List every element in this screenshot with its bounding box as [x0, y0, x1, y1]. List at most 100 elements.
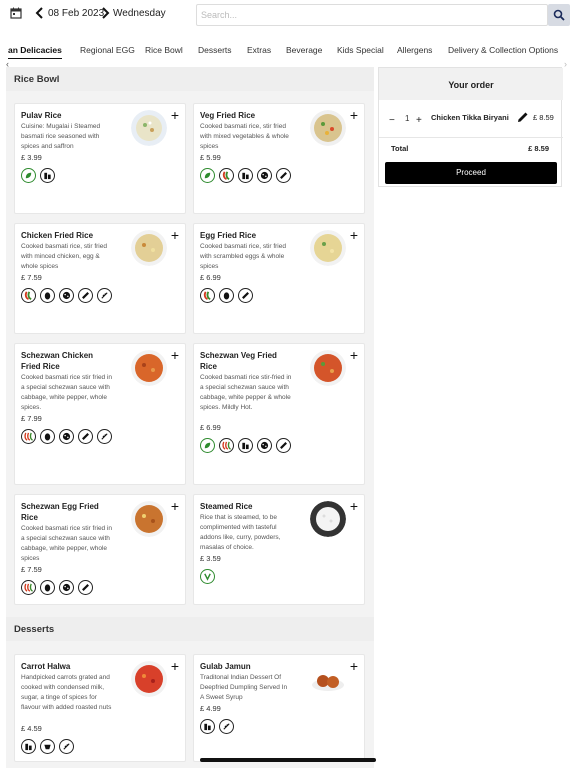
nuts-icon [40, 739, 55, 754]
item-description: Traditonal Indian Dessert Of Deepfried D… [200, 674, 288, 701]
menu-item-card[interactable]: Steamed Rice Rice that is steamed, to be… [193, 494, 365, 605]
order-item-name: Chicken Tikka Biryani [431, 113, 509, 122]
edit-pencil-icon[interactable] [517, 111, 529, 123]
milk-icon [238, 168, 253, 183]
section-header-rice-bowl: Rice Bowl [6, 67, 374, 91]
item-name: Veg Fried Rice [200, 111, 256, 120]
tab-kids-special[interactable]: Kids Special [337, 45, 384, 55]
item-description: Rice that is steamed, to be complimented… [200, 514, 281, 551]
proceed-button[interactable]: Proceed [385, 162, 557, 184]
item-price: £ 5.99 [200, 153, 221, 162]
item-description: Cooked basmati rice stir fried in a spec… [21, 374, 113, 411]
tab-beverage[interactable]: Beverage [286, 45, 322, 55]
item-description: Cooked basmati rice, stir fried with min… [21, 243, 107, 270]
mustard-icon [257, 168, 272, 183]
item-name: Egg Fried Rice [200, 231, 257, 240]
menu-item-card[interactable]: Schezwan Chicken Fried Rice Cooked basma… [14, 343, 186, 485]
add-to-order-icon[interactable]: + [169, 348, 181, 362]
total-value: £ 8.59 [528, 144, 549, 153]
tab-rice-bowl[interactable]: Rice Bowl [145, 45, 183, 55]
tab-allergens[interactable]: Allergens [397, 45, 432, 55]
tab-desserts[interactable]: Desserts [198, 45, 232, 55]
tab-delivery-collection[interactable]: Delivery & Collection Options [448, 45, 558, 55]
menu-item-card[interactable]: Gulab Jamun Traditonal Indian Dessert Of… [193, 654, 365, 762]
item-price: £ 4.59 [21, 724, 42, 733]
item-price: £ 3.59 [200, 554, 221, 563]
item-name: Carrot Halwa [21, 662, 71, 671]
item-price: £ 4.99 [200, 704, 221, 713]
menu-item-card[interactable]: Egg Fried Rice Cooked basmati rice, stir… [193, 223, 365, 334]
chevron-right-icon[interactable] [100, 7, 110, 19]
decrease-quantity-button[interactable]: − [389, 115, 395, 126]
menu-item-card[interactable]: Chicken Fried Rice Cooked basmati rice, … [14, 223, 186, 334]
add-to-order-icon[interactable]: + [348, 348, 360, 362]
item-image [310, 501, 346, 537]
item-description: Cooked basmati rice, stir fried with scr… [200, 243, 286, 270]
increase-quantity-button[interactable]: + [416, 115, 422, 126]
milk-icon [200, 719, 215, 734]
allergen-icons [21, 288, 121, 303]
vegetarian-icon [200, 168, 215, 183]
menu-item-card[interactable]: Schezwan Veg Fried Rice Cooked basmati r… [193, 343, 365, 485]
allergen-icons [21, 739, 121, 754]
add-to-order-icon[interactable]: + [169, 228, 181, 242]
tab-indian-delicacies[interactable]: an Delicacies [8, 45, 62, 59]
order-title: Your order [379, 68, 563, 100]
tabs-scroll-right-icon[interactable]: › [564, 59, 567, 69]
item-price: £ 7.99 [21, 414, 42, 423]
item-price: £ 6.99 [200, 423, 221, 432]
item-image [131, 501, 167, 537]
chilli-icon [219, 168, 234, 183]
mustard-icon [257, 438, 272, 453]
home-indicator[interactable] [200, 758, 376, 762]
calendar-icon[interactable] [10, 7, 22, 19]
allergen-icons [200, 719, 300, 734]
tab-extras[interactable]: Extras [247, 45, 271, 55]
item-image [310, 661, 346, 697]
search-input[interactable] [196, 4, 548, 26]
item-price: £ 6.99 [200, 273, 221, 282]
add-to-order-icon[interactable]: + [348, 108, 360, 122]
item-price: £ 7.59 [21, 565, 42, 574]
add-to-order-icon[interactable]: + [348, 499, 360, 513]
allergen-icons [21, 168, 121, 183]
item-name: Schezwan Chicken Fried Rice [21, 351, 94, 371]
add-to-order-icon[interactable]: + [169, 108, 181, 122]
chilli-icon [21, 288, 36, 303]
search-icon [553, 9, 565, 21]
menu-item-card[interactable]: Pulav Rice Cuisine: Mugalai i Steamed ba… [14, 103, 186, 214]
add-to-order-icon[interactable]: + [348, 228, 360, 242]
item-description: Handpicked carrots grated and cooked wit… [21, 674, 112, 711]
add-to-order-icon[interactable]: + [169, 659, 181, 673]
egg-icon [40, 580, 55, 595]
order-line-item: − 1 + Chicken Tikka Biryani £ 8.59 [379, 100, 563, 138]
celery-icon [276, 438, 291, 453]
hot-chilli-icon [219, 438, 234, 453]
allergen-icons [21, 580, 121, 595]
sesame-icon [59, 739, 74, 754]
search-button[interactable] [548, 4, 570, 26]
item-name: Gulab Jamun [200, 662, 251, 671]
tab-regional-egg[interactable]: Regional EGG [80, 45, 135, 55]
add-to-order-icon[interactable]: + [348, 659, 360, 673]
allergen-icons [200, 569, 300, 584]
hot-chilli-icon [21, 429, 36, 444]
item-description: Cooked basmati rice, stir fried with mix… [200, 123, 289, 150]
allergen-icons [200, 438, 300, 453]
celery-icon [78, 429, 93, 444]
item-image [310, 110, 346, 146]
add-to-order-icon[interactable]: + [169, 499, 181, 513]
menu-item-card[interactable]: Veg Fried Rice Cooked basmati rice, stir… [193, 103, 365, 214]
item-image [131, 661, 167, 697]
allergen-icons [200, 168, 300, 183]
egg-icon [40, 429, 55, 444]
milk-icon [21, 739, 36, 754]
celery-icon [276, 168, 291, 183]
current-date: 08 Feb 2023 [48, 8, 105, 19]
section-header-desserts: Desserts [6, 617, 374, 641]
menu-item-card[interactable]: Carrot Halwa Handpicked carrots grated a… [14, 654, 186, 762]
celery-icon [78, 288, 93, 303]
menu-item-card[interactable]: Schezwan Egg Fried Rice Cooked basmati r… [14, 494, 186, 605]
chevron-left-icon[interactable] [35, 7, 45, 19]
item-image [131, 110, 167, 146]
